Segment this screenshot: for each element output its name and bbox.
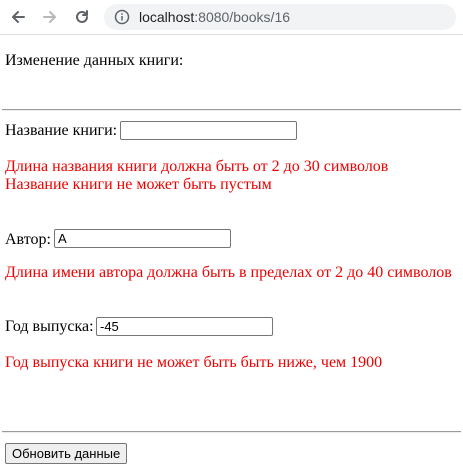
reload-icon — [74, 9, 90, 25]
year-label: Год выпуска: — [5, 318, 94, 335]
url-text: localhost:8080/books/16 — [139, 9, 290, 25]
year-input[interactable] — [96, 317, 273, 336]
back-button[interactable] — [6, 5, 30, 29]
arrow-right-icon — [42, 9, 58, 25]
page-heading: Изменение данных книги: — [5, 52, 184, 69]
arrow-left-icon — [10, 9, 26, 25]
info-icon[interactable] — [114, 9, 130, 25]
url-host: localhost — [139, 9, 195, 25]
title-label: Название книги: — [5, 122, 118, 139]
year-error-min: Год выпуска книги не может быть быть ниж… — [5, 354, 383, 371]
address-bar[interactable]: localhost:8080/books/16 — [104, 4, 456, 30]
author-error-length: Длина имени автора должна быть в предела… — [5, 264, 452, 281]
bottom-divider — [2, 431, 461, 433]
title-error-empty: Название книги не может быть пустым — [5, 176, 272, 193]
title-error-length: Длина названия книги должна быть от 2 до… — [5, 158, 389, 175]
top-divider — [2, 109, 461, 111]
forward-button[interactable] — [38, 5, 62, 29]
update-button[interactable]: Обновить данные — [5, 443, 128, 464]
author-input[interactable] — [54, 229, 231, 248]
reload-button[interactable] — [70, 5, 94, 29]
browser-toolbar: localhost:8080/books/16 — [0, 0, 463, 35]
title-input[interactable] — [120, 121, 297, 140]
url-path: :8080/books/16 — [194, 9, 291, 25]
author-label: Автор: — [5, 231, 51, 248]
